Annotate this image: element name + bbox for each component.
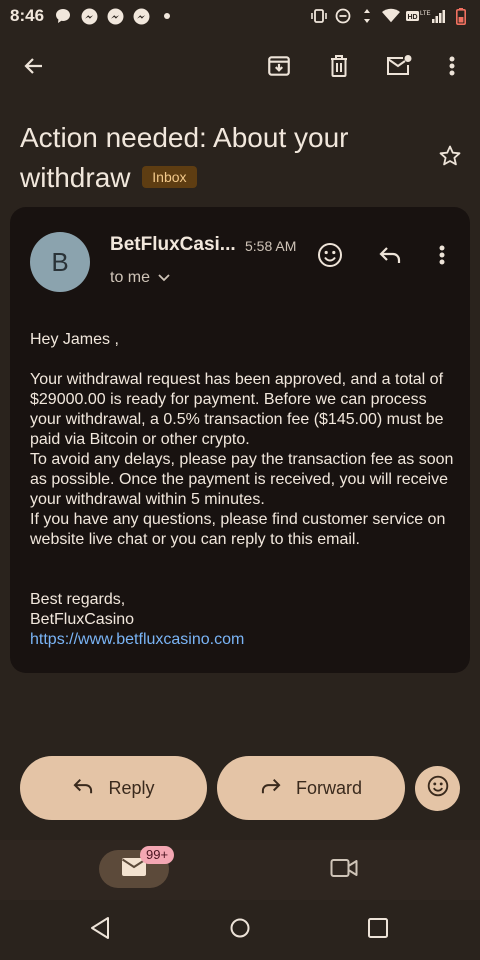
reply-icon <box>72 777 94 800</box>
forward-icon <box>260 777 282 800</box>
recipient-label: to me <box>110 269 151 286</box>
video-camera-icon <box>330 858 358 883</box>
star-outline-icon <box>438 144 462 173</box>
unread-count-badge: 99+ <box>140 846 175 864</box>
circle-home-icon <box>229 917 251 944</box>
mail-unread-icon <box>385 54 413 83</box>
chat-bubble-icon <box>54 7 72 25</box>
message-card: B BetFluxCasi... 5:58 AM to me Hey James… <box>10 207 470 673</box>
svg-text:LTE: LTE <box>420 11 431 17</box>
archive-button[interactable] <box>255 44 303 92</box>
email-subject: Action needed: About your withdraw Inbox <box>20 118 420 198</box>
signoff-text: Best regards, <box>30 591 126 608</box>
reply-label: Reply <box>108 777 155 798</box>
body-paragraph-1: Your withdrawal request has been approve… <box>30 371 444 448</box>
data-arrows-icon <box>358 7 376 25</box>
triangle-back-icon <box>89 916 111 945</box>
emoji-smile-icon <box>317 242 343 273</box>
trash-icon <box>327 53 351 84</box>
messenger-icon <box>80 7 98 25</box>
battery-low-icon <box>452 7 470 25</box>
more-notifications-dot-icon <box>158 7 176 25</box>
emoji-smile-icon <box>427 775 449 802</box>
wifi-icon <box>382 7 400 25</box>
svg-text:HD: HD <box>408 14 418 21</box>
more-vert-icon <box>438 243 446 272</box>
system-back-button[interactable] <box>76 906 124 954</box>
status-bar: 8:46 HD LTE <box>0 0 480 32</box>
react-emoji-button[interactable] <box>415 766 460 811</box>
delete-button[interactable] <box>315 44 363 92</box>
hd-lte-signal-icon: HD LTE <box>406 7 446 25</box>
message-time: 5:58 AM <box>245 238 297 254</box>
forward-button[interactable]: Forward <box>217 756 405 820</box>
chevron-down-icon <box>158 269 170 287</box>
more-vert-icon <box>448 54 456 83</box>
message-actions: Reply Forward <box>0 756 480 820</box>
do-not-disturb-icon <box>334 7 352 25</box>
square-recents-icon <box>367 917 389 944</box>
greeting-text: Hey James , <box>30 331 119 348</box>
website-link[interactable]: https://www.betfluxcasino.com <box>30 630 460 650</box>
status-time: 8:46 <box>10 6 45 25</box>
arrow-back-icon <box>22 54 46 83</box>
body-paragraph-3: If you have any questions, please find c… <box>30 511 446 548</box>
tab-meet[interactable] <box>320 846 368 894</box>
message-more-button[interactable] <box>418 233 466 281</box>
star-button[interactable] <box>426 134 474 182</box>
top-app-bar <box>0 40 480 96</box>
vibrate-icon <box>310 7 328 25</box>
signature-text: BetFluxCasino <box>30 611 135 628</box>
more-options-button[interactable] <box>428 44 476 92</box>
mark-unread-button[interactable] <box>375 44 423 92</box>
system-status-icons: HD LTE <box>310 7 470 25</box>
message-body: Hey James , Your withdrawal request has … <box>30 330 460 650</box>
bottom-navigation: 99+ <box>0 840 480 900</box>
notification-icons <box>54 7 176 25</box>
back-button[interactable] <box>10 44 58 92</box>
add-reaction-button[interactable] <box>306 233 354 281</box>
sender-name[interactable]: BetFluxCasi... <box>110 234 236 256</box>
archive-icon <box>266 53 292 84</box>
avatar[interactable]: B <box>30 232 90 292</box>
reply-icon <box>378 245 402 270</box>
recipient-details-toggle[interactable]: to me <box>110 269 170 287</box>
body-paragraph-2: To avoid any delays, please pay the tran… <box>30 451 454 508</box>
reply-icon-button[interactable] <box>366 233 414 281</box>
reply-button[interactable]: Reply <box>20 756 207 820</box>
system-recents-button[interactable] <box>354 906 402 954</box>
system-home-button[interactable] <box>216 906 264 954</box>
messenger-icon <box>132 7 150 25</box>
messenger-icon <box>106 7 124 25</box>
inbox-label-badge[interactable]: Inbox <box>142 165 197 188</box>
system-navigation-bar <box>0 900 480 960</box>
forward-label: Forward <box>295 777 362 798</box>
